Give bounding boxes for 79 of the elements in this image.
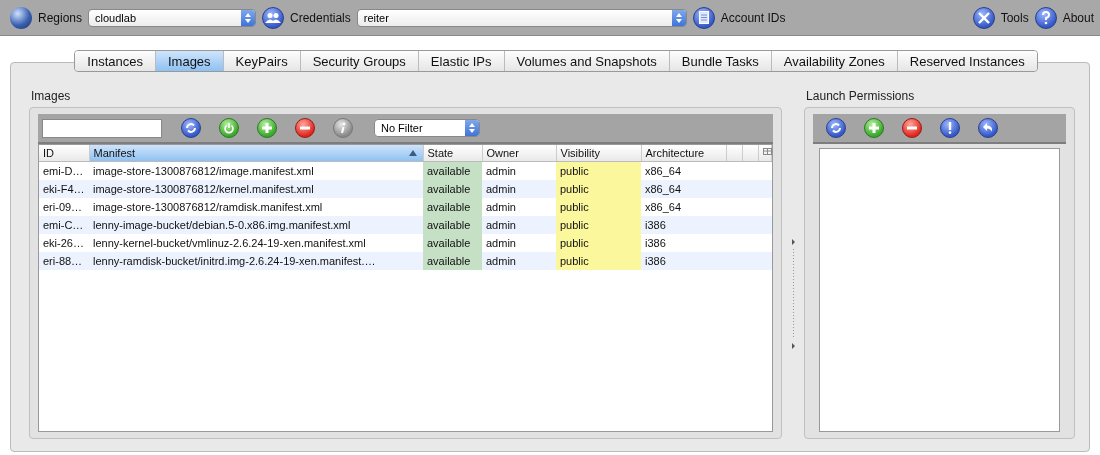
table-cell: eri-09… — [39, 198, 89, 216]
tab[interactable]: Bundle Tasks — [669, 51, 772, 71]
table-cell: admin — [482, 161, 556, 180]
table-cell: eki-F4… — [39, 180, 89, 198]
stepper-arrows-icon — [468, 122, 476, 134]
panel-title: Launch Permissions — [805, 89, 916, 105]
table-cell: i386 — [641, 234, 726, 252]
tab[interactable]: Volumes and Snapshots — [504, 51, 670, 71]
column-chooser-icon[interactable] — [762, 148, 773, 157]
table-cell: admin — [482, 180, 556, 198]
table-cell: x86_64 — [641, 180, 726, 198]
table-cell: available — [423, 234, 482, 252]
tab[interactable]: Reserved Instances — [897, 51, 1037, 71]
column-header[interactable]: Architecture — [641, 145, 726, 162]
region-select[interactable]: cloudlab — [88, 8, 257, 27]
tab[interactable]: Elastic IPs — [418, 51, 505, 71]
table-cell: lenny-kernel-bucket/vmlinuz-2.6.24-19-xen.manifest.xml — [89, 234, 423, 252]
table-cell: public — [556, 180, 641, 198]
remove-icon[interactable] — [902, 118, 923, 138]
table-cell: x86_64 — [641, 198, 726, 216]
tab[interactable]: Instances — [75, 51, 156, 71]
globe-icon[interactable] — [10, 6, 32, 29]
table-cell: eki-26… — [39, 234, 89, 252]
tools-button[interactable]: Tools — [1000, 10, 1029, 25]
table-cell: admin — [482, 198, 556, 216]
column-header[interactable]: State — [423, 145, 482, 162]
credentials-select[interactable]: reiter — [356, 8, 687, 27]
column-header[interactable]: Manifest — [89, 145, 423, 162]
table-cell: available — [423, 180, 482, 198]
panel-title: Images — [30, 89, 72, 105]
credentials-label: Credentials — [290, 10, 351, 25]
table-cell: lenny-image-bucket/debian.5-0.x86.img.manifest.xml — [89, 216, 423, 234]
table-cell: image-store-1300876812/image.manifest.xml — [89, 161, 423, 180]
table-cell: emi-C… — [39, 216, 89, 234]
table-cell: admin — [482, 234, 556, 252]
document-icon[interactable] — [692, 6, 715, 29]
table-cell: emi-D… — [39, 161, 89, 180]
table-cell: available — [423, 216, 482, 234]
column-header[interactable]: Visibility — [556, 145, 641, 162]
exclamation-icon[interactable] — [940, 118, 961, 138]
add-icon[interactable] — [864, 118, 885, 138]
people-icon[interactable] — [262, 6, 285, 29]
table-cell: eri-88… — [39, 252, 89, 270]
power-icon[interactable] — [219, 118, 239, 138]
remove-icon[interactable] — [295, 118, 315, 138]
table-cell: admin — [482, 252, 556, 270]
column-header[interactable]: ID — [39, 145, 89, 162]
table-cell: image-store-1300876812/kernel.manifest.xml — [89, 180, 423, 198]
table-cell: available — [423, 252, 482, 270]
sort-arrow-icon — [408, 150, 417, 156]
table-cell: available — [423, 198, 482, 216]
tab[interactable]: Security Groups — [300, 51, 419, 71]
table-cell: x86_64 — [641, 161, 726, 180]
search-field[interactable] — [42, 118, 162, 138]
table-cell: public — [556, 198, 641, 216]
table-cell: public — [556, 234, 641, 252]
table-cell: admin — [482, 216, 556, 234]
table-cell: public — [556, 216, 641, 234]
tab[interactable]: Availability Zones — [771, 51, 898, 71]
regions-label: Regions — [38, 10, 83, 25]
add-icon[interactable] — [257, 118, 277, 138]
stepper-arrows-icon — [674, 11, 683, 24]
table-cell: i386 — [641, 252, 726, 270]
table-cell: public — [556, 252, 641, 270]
table-cell: image-store-1300876812/ramdisk.manifest.xml — [89, 198, 423, 216]
account-ids-button[interactable]: Account IDs — [720, 10, 786, 25]
tab[interactable]: Images — [155, 51, 224, 71]
tab[interactable]: KeyPairs — [223, 51, 301, 71]
info-icon[interactable] — [333, 118, 353, 138]
table-cell: i386 — [641, 216, 726, 234]
filter-select[interactable]: No Filter — [374, 119, 480, 137]
refresh-icon[interactable] — [826, 118, 847, 138]
about-button[interactable]: About — [1062, 10, 1094, 25]
stepper-arrows-icon — [244, 11, 253, 24]
column-header[interactable]: Owner — [482, 145, 556, 162]
table-cell: lenny-ramdisk-bucket/initrd.img-2.6.24-19-xen.manifest.… — [89, 252, 423, 270]
refresh-icon[interactable] — [181, 118, 201, 138]
tools-icon[interactable] — [972, 6, 995, 29]
help-icon[interactable] — [1034, 6, 1057, 29]
